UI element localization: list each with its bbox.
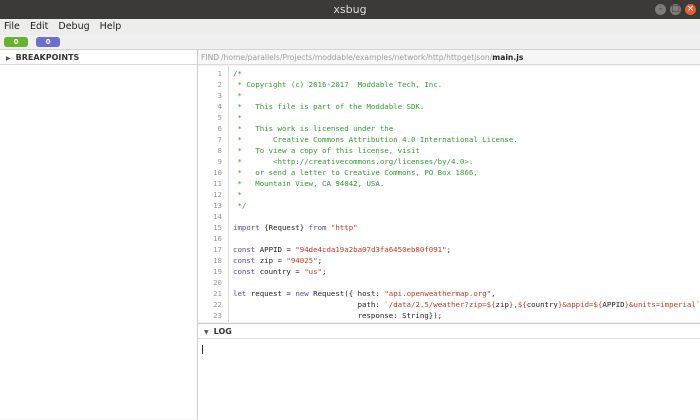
line-number[interactable]: 18 xyxy=(198,255,222,266)
code-line: 12 * xyxy=(198,189,700,200)
code-text: * xyxy=(233,113,242,122)
code-text: const zip = "94025"; xyxy=(233,256,323,265)
code-line: 4 * This file is part of the Moddable SD… xyxy=(198,101,700,112)
breakpoints-label: BREAKPOINTS xyxy=(15,53,80,62)
line-number[interactable]: 1 xyxy=(198,68,222,79)
file-name: main.js xyxy=(492,53,524,62)
line-number[interactable]: 13 xyxy=(198,200,222,211)
code-line: 17 const APPID = "94de4cda19a2ba07d3fa645… xyxy=(198,244,700,255)
log-text-cursor xyxy=(202,345,203,354)
code-line: 19 const country = "us"; xyxy=(198,266,700,277)
code-text: path: `/data/2.5/weather?zip=${zip},${co… xyxy=(233,300,700,309)
code-text: * This work is licensed under the xyxy=(233,124,394,133)
line-number[interactable]: 3 xyxy=(198,90,222,101)
code-text: */ xyxy=(233,201,247,210)
code-text: response: String}); xyxy=(233,311,443,320)
line-number[interactable]: 9 xyxy=(198,156,222,167)
code-text: * This file is part of the Moddable SDK. xyxy=(233,102,425,111)
code-line: 9 * <http://creativecommons.org/licenses… xyxy=(198,156,700,167)
machine-tab-green[interactable]: 0 xyxy=(4,37,28,47)
line-number[interactable]: 15 xyxy=(198,222,222,233)
code-text: * xyxy=(233,91,242,100)
maximize-icon[interactable]: □ xyxy=(670,4,681,15)
line-number[interactable]: 22 xyxy=(198,299,222,310)
file-path-bar: /home/parallels/Projects/moddable/exampl… xyxy=(198,50,700,65)
menu-edit[interactable]: Edit xyxy=(26,19,48,32)
line-number[interactable]: 16 xyxy=(198,233,222,244)
log-header[interactable]: ▼ LOG xyxy=(198,324,700,339)
code-text: * or send a letter to Creative Commons, … xyxy=(233,168,478,177)
log-label: LOG xyxy=(213,327,232,336)
code-line: 8 * To view a copy of this license, visi… xyxy=(198,145,700,156)
code-text: /* xyxy=(233,69,242,78)
code-text: * Creative Commons Attribution 4.0 Inter… xyxy=(233,135,518,144)
find-label[interactable]: FIND xyxy=(201,53,219,62)
line-number[interactable]: 5 xyxy=(198,112,222,123)
code-line: 3 * xyxy=(198,90,700,101)
code-line: 21 let request = new Request({ host: "api… xyxy=(198,288,700,299)
code-line: 10 * or send a letter to Creative Common… xyxy=(198,167,700,178)
line-number[interactable]: 19 xyxy=(198,266,222,277)
code-line: 2 * Copyright (c) 2016-2017 Moddable Tec… xyxy=(198,79,700,90)
line-number[interactable]: 4 xyxy=(198,101,222,112)
line-number[interactable]: 17 xyxy=(198,244,222,255)
code-line: 11 * Mountain View, CA 94042, USA. xyxy=(198,178,700,189)
code-line: 20 xyxy=(198,277,700,288)
collapse-arrow-icon[interactable]: ▼ xyxy=(204,329,209,336)
menu-bar: File Edit Debug Help xyxy=(0,19,700,35)
menu-debug[interactable]: Debug xyxy=(54,19,89,32)
menu-file[interactable]: File xyxy=(0,19,20,32)
line-number[interactable]: 14 xyxy=(198,211,222,222)
line-number[interactable]: 20 xyxy=(198,277,222,288)
title-bar: xsbug – □ × xyxy=(0,0,700,19)
code-text: * <http://creativecommons.org/licenses/b… xyxy=(233,157,474,166)
code-line: 18 const zip = "94025"; xyxy=(198,255,700,266)
toolbar: 0 0 xyxy=(0,35,700,50)
code-line: 7 * Creative Commons Attribution 4.0 Int… xyxy=(198,134,700,145)
log-pane: ▼ LOG xyxy=(198,323,700,420)
code-line: 1 /* xyxy=(198,68,700,79)
code-text: * xyxy=(233,190,242,199)
code-text: const APPID = "94de4cda19a2ba07d3fa6450e… xyxy=(233,245,452,254)
line-number[interactable]: 6 xyxy=(198,123,222,134)
code-line: 14 xyxy=(198,211,700,222)
code-text: * To view a copy of this license, visit xyxy=(233,146,420,155)
code-line: 13 */ xyxy=(198,200,700,211)
code-line: 6 * This work is licensed under the xyxy=(198,123,700,134)
code-text: let request = new Request({ host: "api.o… xyxy=(233,289,496,298)
code-text: const country = "us"; xyxy=(233,267,327,276)
left-pane: ▶ BREAKPOINTS xyxy=(0,50,198,419)
file-directory: /home/parallels/Projects/moddable/exampl… xyxy=(221,53,524,62)
menu-help[interactable]: Help xyxy=(96,19,122,32)
minimize-icon[interactable]: – xyxy=(655,4,666,15)
code-line: 23 response: String}); xyxy=(198,310,700,321)
line-number[interactable]: 21 xyxy=(198,288,222,299)
line-number[interactable]: 2 xyxy=(198,79,222,90)
close-icon[interactable]: × xyxy=(685,4,696,15)
code-text: import {Request} from "http" xyxy=(233,223,358,232)
line-number[interactable]: 7 xyxy=(198,134,222,145)
line-number[interactable]: 12 xyxy=(198,189,222,200)
code-text: * Mountain View, CA 94042, USA. xyxy=(233,179,385,188)
machine-tab-blue[interactable]: 0 xyxy=(36,37,60,47)
line-number[interactable]: 10 xyxy=(198,167,222,178)
code-line: 16 xyxy=(198,233,700,244)
code-line: 15 import {Request} from "http" xyxy=(198,222,700,233)
breakpoints-header[interactable]: ▶ BREAKPOINTS xyxy=(0,50,197,65)
line-number[interactable]: 23 xyxy=(198,310,222,321)
line-number[interactable]: 11 xyxy=(198,178,222,189)
code-line: 5 * xyxy=(198,112,700,123)
code-text: * Copyright (c) 2016-2017 Moddable Tech,… xyxy=(233,80,443,89)
code-line: 22 path: `/data/2.5/weather?zip=${zip},$… xyxy=(198,299,700,310)
expand-arrow-icon[interactable]: ▶ xyxy=(6,55,11,62)
code-editor[interactable]: 1/* 2 * Copyright (c) 2016-2017 Moddable … xyxy=(198,66,700,322)
line-number[interactable]: 8 xyxy=(198,145,222,156)
window-title: xsbug xyxy=(333,3,367,16)
